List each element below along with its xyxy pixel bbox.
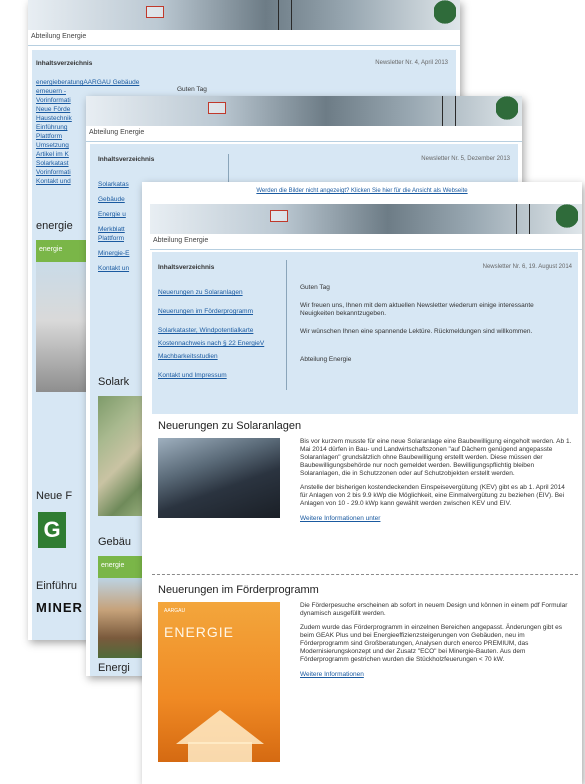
- paragraph: Zudem wurde das Förderprogramm in einzel…: [300, 624, 562, 663]
- tree-icon: [496, 96, 518, 126]
- house-photo: [98, 578, 144, 658]
- tree-icon: [556, 204, 578, 234]
- solar-panel-photo: [158, 438, 280, 518]
- toc-link[interactable]: energieberatungAARGAU Gebäude: [36, 78, 156, 87]
- cover-title: ENERGIE: [164, 624, 235, 640]
- intro-text: Wir freuen uns, Ihnen mit dem aktuellen …: [300, 302, 534, 317]
- newsletter-number: Newsletter Nr. 4, April 2013: [375, 60, 448, 66]
- toc-link-contact[interactable]: Kontakt und Impressum: [158, 371, 280, 380]
- greeting: Guten Tag: [177, 86, 207, 93]
- section-heading: Gebäu: [98, 536, 132, 548]
- red-frame-logo-icon: [146, 6, 164, 18]
- newsletter-number: Newsletter Nr. 6, 19. August 2014: [482, 264, 572, 270]
- badge-label: energie: [101, 562, 125, 569]
- paragraph: Anstelle der bisherigen kostendeckenden …: [300, 484, 565, 507]
- toc-link-solar[interactable]: Neuerungen zu Solaranlagen: [158, 288, 280, 297]
- newsletter-number: Newsletter Nr. 5, Dezember 2013: [421, 156, 510, 162]
- red-frame-logo-icon: [208, 102, 226, 114]
- paragraph: Die Förderpesuche erscheinen ab sofort i…: [300, 602, 568, 617]
- section-heading: Solark: [98, 376, 130, 388]
- minergie-logo: MINER: [36, 600, 83, 615]
- toc-links: Neuerungen zu Solaranlagen Neuerungen im…: [158, 288, 280, 380]
- section-funding: Neuerungen im Förderprogramm AARGAU ENER…: [152, 580, 578, 784]
- house-body-icon: [188, 742, 252, 762]
- newsletter-page-front: Werden die Bilder nicht angezeigt? Klick…: [142, 182, 582, 784]
- section-title: Neuerungen zu Solaranlagen: [158, 420, 302, 432]
- badge-label: energie: [39, 246, 63, 253]
- section-heading: Neue F: [36, 490, 73, 502]
- signature: Abteilung Energie: [300, 356, 352, 363]
- red-frame-logo-icon: [270, 210, 288, 222]
- intro-block: Guten Tag Wir freuen uns, Ihnen mit dem …: [300, 284, 568, 364]
- toc-link-cadastre[interactable]: Solarkataster, Windpotentialkarte: [158, 326, 280, 335]
- toc-title: Inhaltsverzeichnis: [158, 264, 215, 271]
- toc-link-feasibility[interactable]: Machbarkeitsstudien: [158, 352, 280, 361]
- g-logo-icon: G: [38, 512, 66, 548]
- toc-title: Inhaltsverzeichnis: [98, 156, 155, 163]
- energie-badge: energie: [36, 240, 86, 262]
- toc-link-cost-proof[interactable]: Kostennachweis nach § 22 EnergieV: [158, 339, 280, 348]
- header-banner: [28, 0, 460, 30]
- department-label: Abteilung Energie: [86, 126, 522, 142]
- paragraph: Bis vor kurzem musste für eine neue Sola…: [300, 438, 572, 477]
- section-solar: Neuerungen zu Solaranlagen Bis vor kurze…: [152, 414, 578, 582]
- house-sketch-icon: [176, 710, 264, 744]
- toc-divider: [286, 260, 287, 390]
- more-info-link[interactable]: Weitere Informationen unter: [300, 514, 572, 523]
- energie-brochure-cover: AARGAU ENERGIE: [158, 602, 280, 762]
- section-heading: energie: [36, 220, 73, 232]
- section-title: Neuerungen im Förderprogramm: [158, 584, 319, 596]
- aerial-map-photo: [98, 396, 144, 516]
- section-heading: Energi: [98, 662, 130, 674]
- section-text: Die Förderpesuche erscheinen ab sofort i…: [300, 602, 572, 679]
- more-info-link[interactable]: Weitere Informationen: [300, 670, 572, 679]
- power-pylon-icon: [278, 0, 292, 30]
- department-label: Abteilung Energie: [150, 234, 582, 250]
- section-text: Bis vor kurzem musste für eine neue Sola…: [300, 438, 572, 523]
- section-divider: [152, 574, 578, 575]
- web-view-link[interactable]: Werden die Bilder nicht angezeigt? Klick…: [142, 182, 582, 204]
- greeting: Guten Tag: [300, 284, 330, 291]
- department-label: Abteilung Energie: [28, 30, 460, 46]
- power-pylon-icon: [442, 96, 456, 126]
- wish-text: Wir wünschen Ihnen eine spannende Lektür…: [300, 328, 533, 335]
- section-heading: Einführu: [36, 580, 77, 592]
- header-banner: [150, 204, 582, 234]
- tree-icon: [434, 0, 456, 30]
- toc-link[interactable]: erneuern -: [36, 87, 156, 96]
- toc-link-funding[interactable]: Neuerungen im Förderprogramm: [158, 307, 280, 316]
- power-pylon-icon: [516, 204, 530, 234]
- header-banner: [86, 96, 522, 126]
- house-photo: [36, 262, 86, 392]
- cover-small-label: AARGAU: [164, 608, 186, 614]
- energie-badge: energie: [98, 556, 144, 578]
- toc-title: Inhaltsverzeichnis: [36, 60, 93, 67]
